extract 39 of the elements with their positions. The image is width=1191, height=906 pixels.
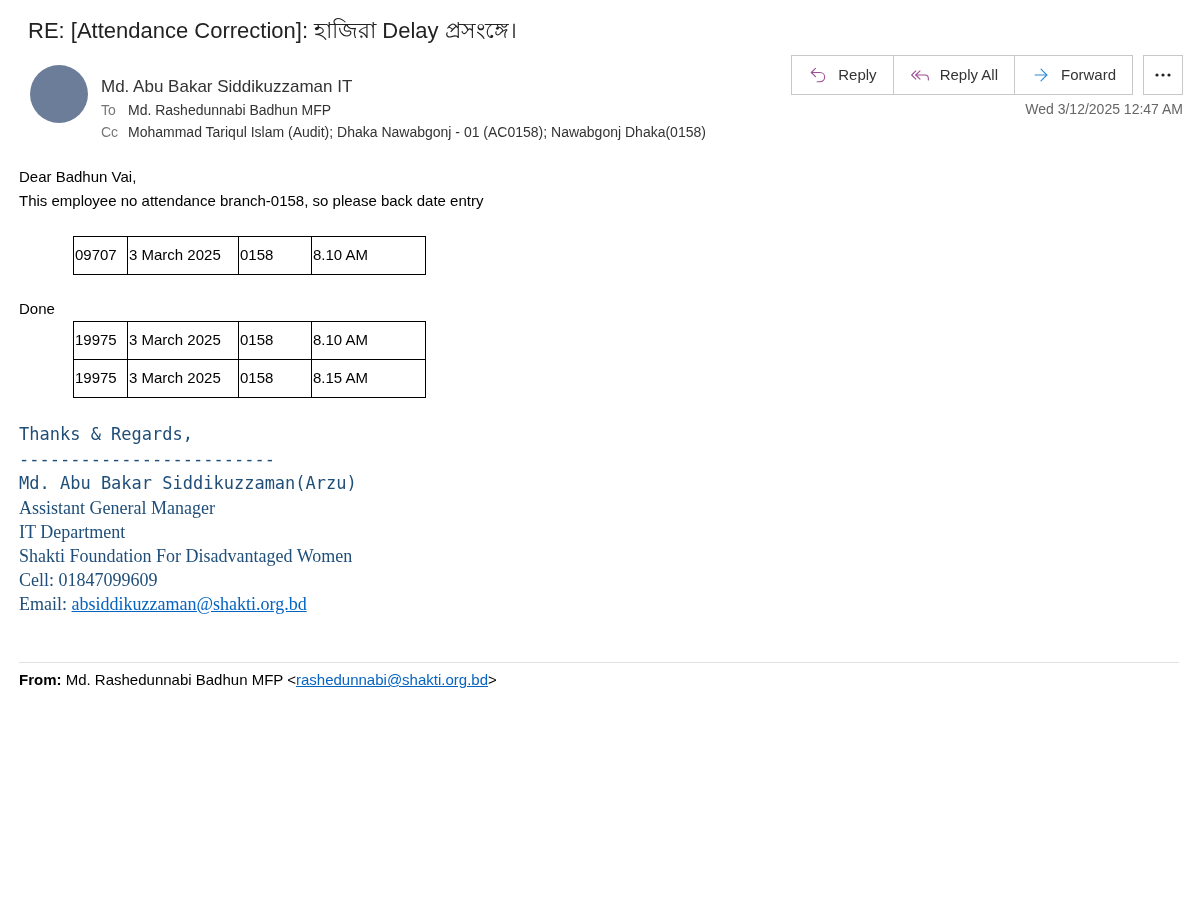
signature-email-line: Email: absiddikuzzaman@shakti.org.bd — [19, 593, 308, 616]
table-cell: 3 March 2025 — [127, 321, 239, 360]
table-cell: 0158 — [238, 321, 312, 360]
signature-line: Cell: 01847099609 — [19, 569, 159, 592]
table-cell: 3 March 2025 — [127, 359, 239, 398]
signature-line: Shakti Foundation For Disadvantaged Women — [19, 545, 354, 568]
reply-all-button[interactable]: Reply All — [892, 56, 1014, 94]
email-link[interactable]: rashedunnabi@shakti.org.bd — [295, 671, 488, 688]
table-cell: 19975 — [73, 321, 128, 360]
signature-line: IT Department — [19, 521, 127, 544]
more-button[interactable] — [1143, 55, 1183, 95]
cc-recipients: Mohammad Tariqul Islam (Audit); Dhaka Nawabgonj - 01 (AC0158); Nawabgonj Dhaka(0158) — [128, 123, 706, 142]
table-cell: 8.10 AM — [311, 236, 426, 275]
from-line: From: Md. Rashedunnabi Badhun MFP <rashedunnabi@shakti.org.bd> — [19, 670, 498, 690]
to-label: To — [101, 101, 117, 120]
message-text: This employee no attendance branch-0158, so please back date entry — [19, 191, 485, 211]
table-cell: 0158 — [238, 236, 312, 275]
reply-button[interactable]: Reply — [792, 56, 893, 94]
signature-line: Assistant General Manager — [19, 497, 216, 520]
email-date: Wed 3/12/2025 12:47 AM — [1025, 100, 1183, 119]
table-cell: 19975 — [73, 359, 128, 398]
to-recipient: Md. Rashedunnabi Badhun MFP — [128, 101, 332, 120]
signature-rule: ------------------------- — [19, 448, 276, 471]
forward-button[interactable]: Forward — [1014, 56, 1132, 94]
cc-label: Cc — [101, 123, 120, 142]
table-cell: 09707 — [73, 236, 128, 275]
table-cell: 0158 — [238, 359, 312, 398]
signature-name: Md. Abu Bakar Siddikuzzaman(Arzu) — [19, 472, 358, 495]
table-cell: 3 March 2025 — [127, 236, 239, 275]
regards-text: Thanks & Regards, — [19, 423, 194, 446]
avatar-placeholder — [30, 65, 88, 123]
table-cell: 8.10 AM — [311, 321, 426, 360]
sender-name: Md. Abu Bakar Siddikuzzaman IT — [101, 76, 354, 98]
more-icon — [1155, 73, 1171, 77]
email-subject: RE: [Attendance Correction]: হাজিরা Delay প্রসংঙ্গে। — [28, 17, 518, 45]
greeting-text: Dear Badhun Vai, — [19, 167, 138, 187]
done-text: Done — [19, 299, 56, 319]
email-link[interactable]: absiddikuzzaman@shakti.org.bd — [71, 594, 307, 614]
table-cell: 8.15 AM — [311, 359, 426, 398]
